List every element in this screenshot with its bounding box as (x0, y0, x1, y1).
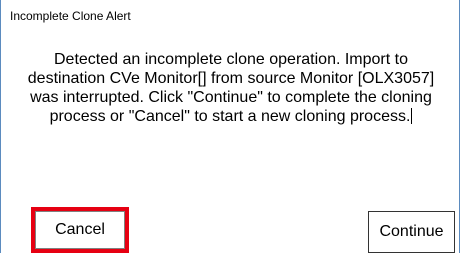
text-caret (411, 108, 413, 124)
continue-button-label: Continue (379, 223, 444, 240)
dialog-title: Incomplete Clone Alert (10, 9, 131, 23)
dialog-message-container: Detected an incomplete clone operation. … (15, 50, 447, 126)
cancel-button-label: Cancel (55, 221, 105, 238)
cancel-button-highlight[interactable]: Cancel (31, 207, 129, 253)
alert-dialog: Incomplete Clone Alert Detected an incom… (0, 0, 460, 253)
cancel-button[interactable]: Cancel (35, 211, 125, 249)
continue-button[interactable]: Continue (368, 211, 455, 253)
dialog-message: Detected an incomplete clone operation. … (27, 51, 435, 125)
